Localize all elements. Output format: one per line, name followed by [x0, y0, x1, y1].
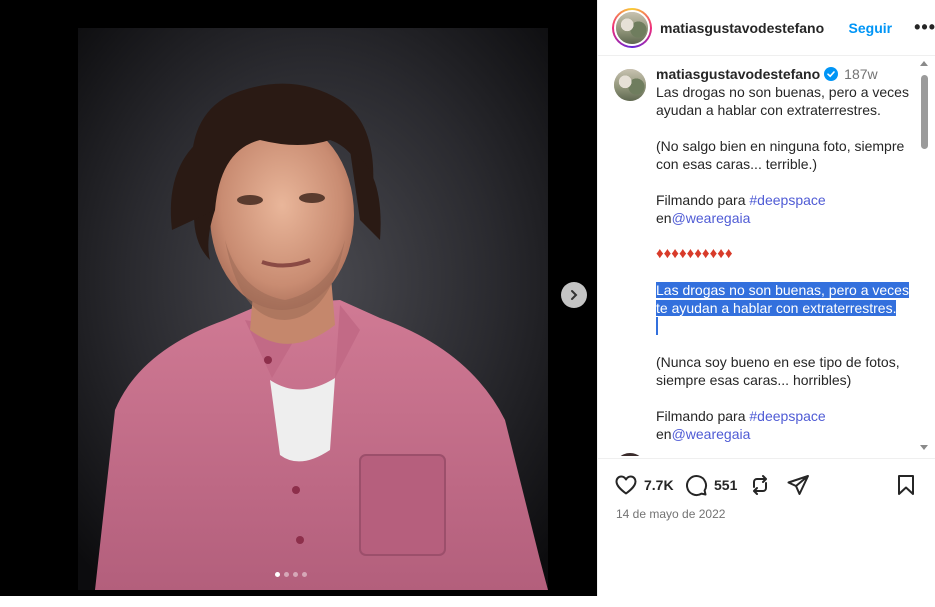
selected-text-line-2: te ayudan a hablar con extraterrestres.	[656, 300, 897, 316]
comments-scrollbar[interactable]	[918, 57, 930, 456]
share-button[interactable]	[786, 473, 810, 497]
scrollbar-thumb[interactable]	[921, 75, 928, 149]
save-button[interactable]	[894, 473, 918, 497]
repost-icon	[753, 475, 767, 495]
carousel-dot	[293, 572, 298, 577]
comment-bubble-icon	[686, 475, 708, 497]
scroll-down-arrow-icon[interactable]	[920, 445, 928, 450]
comments-section[interactable]: matiasgustavodestefano 187w Las drogas no…	[598, 57, 935, 456]
send-icon	[787, 475, 809, 495]
caption-filming-prefix: Filmando para	[656, 192, 750, 208]
avatar[interactable]	[612, 7, 652, 48]
mention-link-2[interactable]: @wearegaia	[672, 426, 751, 442]
hashtag-link[interactable]: #deepspace	[749, 192, 825, 208]
scroll-up-arrow-icon[interactable]	[920, 61, 928, 66]
selection-caret	[656, 317, 658, 335]
caption-paragraph-2: (No salgo bien en ninguna foto, siempre …	[656, 138, 905, 172]
caption-text: matiasgustavodestefano 187w Las drogas no…	[656, 66, 914, 456]
hashtag-link-2[interactable]: #deepspace	[749, 408, 825, 424]
follow-button[interactable]: Seguir	[849, 20, 893, 36]
post-sidebar: matiasgustavodestefano Seguir ••• matias…	[597, 0, 935, 596]
post-media[interactable]	[0, 0, 597, 596]
chevron-right-icon	[571, 290, 578, 300]
selected-text-line-1: Las drogas no son buenas, pero a veces	[656, 282, 909, 298]
comment-button[interactable]: 551	[684, 473, 737, 497]
header-username[interactable]: matiasgustavodestefano	[660, 20, 824, 36]
caption-paragraph-5: (Nunca soy bueno en ese tipo de fotos, s…	[656, 354, 900, 388]
caption-username[interactable]: matiasgustavodestefano	[656, 66, 820, 82]
caption-comment: matiasgustavodestefano 187w Las drogas no…	[614, 66, 914, 456]
avatar[interactable]	[614, 453, 646, 456]
post-photo	[0, 0, 597, 596]
post-date[interactable]: 14 de mayo de 2022	[616, 507, 725, 521]
diamond-emoji-row: ♦♦♦♦♦♦♦♦♦♦	[656, 245, 733, 262]
carousel-dot	[302, 572, 307, 577]
heart-icon	[615, 475, 637, 495]
repost-button[interactable]	[748, 473, 772, 497]
caption-timestamp[interactable]: 187w	[844, 66, 877, 82]
carousel-next-button[interactable]	[561, 282, 587, 308]
mention-link[interactable]: @wearegaia	[672, 210, 751, 226]
more-options-button[interactable]: •••	[914, 17, 935, 38]
bookmark-icon	[898, 475, 914, 495]
caption-paragraph-1: Las drogas no son buenas, pero a veces a…	[656, 84, 909, 118]
post-actions: 7.7K 551 14 de mayo de 2022	[598, 458, 935, 521]
next-comment-preview[interactable]	[614, 453, 914, 456]
carousel-dot	[284, 572, 289, 577]
carousel-indicator	[275, 572, 307, 577]
like-count[interactable]: 7.7K	[644, 477, 674, 493]
carousel-dot	[275, 572, 280, 577]
like-button[interactable]: 7.7K	[614, 473, 674, 497]
post-header: matiasgustavodestefano Seguir •••	[598, 0, 935, 56]
caption-filming-en-2: en	[656, 426, 672, 442]
verified-badge-icon	[824, 67, 839, 81]
caption-filming-en: en	[656, 210, 672, 226]
avatar[interactable]	[614, 69, 646, 101]
caption-filming-prefix-2: Filmando para	[656, 408, 750, 424]
comment-count[interactable]: 551	[714, 477, 737, 493]
